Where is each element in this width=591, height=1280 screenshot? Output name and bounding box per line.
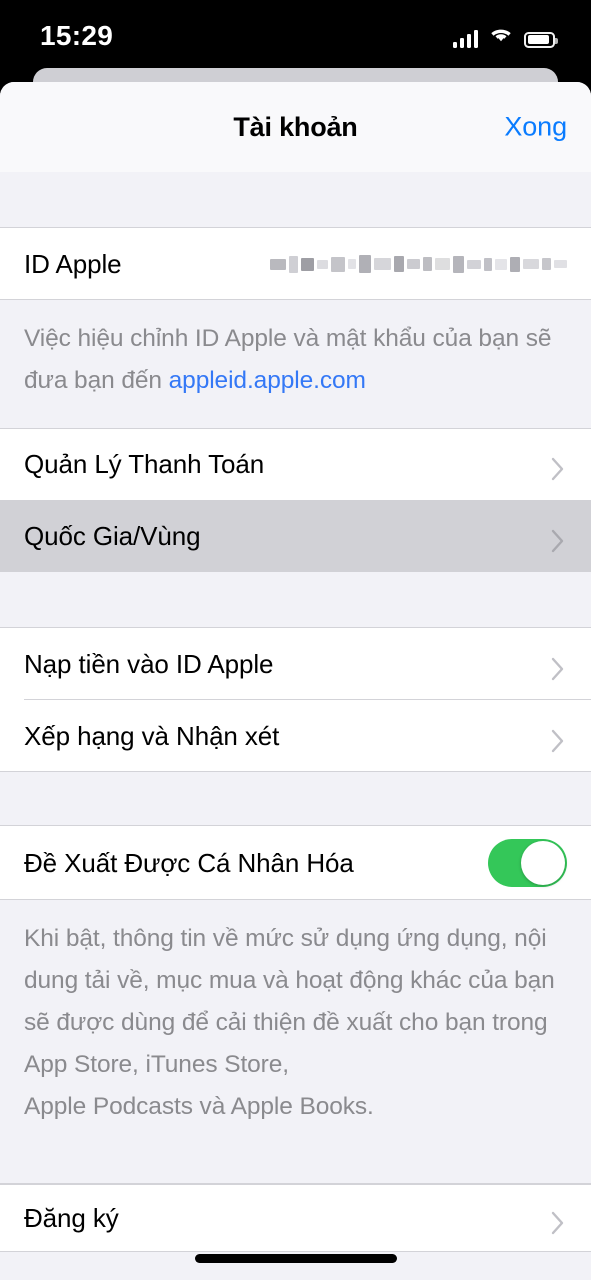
row-subscriptions[interactable]: Đăng ký: [0, 1184, 591, 1252]
page-title: Tài khoản: [233, 111, 358, 142]
row-manage-payment-label: Quản Lý Thanh Toán: [24, 448, 265, 479]
cellular-signal-icon: [452, 29, 478, 48]
section-gap-account: [0, 772, 591, 826]
row-ratings-reviews-label: Xếp hạng và Nhận xét: [24, 720, 280, 751]
battery-icon: [524, 31, 558, 48]
account-modal-sheet: Tài khoản Xong ID Apple Việc hiệu chỉnh …: [0, 82, 591, 1280]
status-bar-time: 15:29: [40, 20, 114, 51]
toggle-knob: [521, 841, 565, 885]
row-separator: [0, 1251, 591, 1252]
section-gap-subscription: [0, 1152, 591, 1184]
row-country-region-label: Quốc Gia/Vùng: [24, 520, 201, 551]
row-add-funds-label: Nạp tiền vào ID Apple: [24, 648, 274, 679]
row-apple-id-label: ID Apple: [24, 248, 122, 279]
section-gap-top: [0, 172, 591, 228]
chevron-right-icon: [551, 657, 565, 681]
row-separator: [0, 299, 591, 300]
appleid-link[interactable]: appleid.apple.com: [169, 367, 366, 394]
done-button[interactable]: Xong: [504, 112, 567, 143]
row-country-region[interactable]: Quốc Gia/Vùng: [0, 500, 591, 572]
settings-list: ID Apple Việc hiệu chỉnh ID Apple và mật…: [0, 172, 591, 1252]
row-apple-id[interactable]: ID Apple: [0, 228, 591, 300]
apple-id-footer-text: Việc hiệu chỉnh ID Apple và mật khẩu của…: [0, 300, 591, 428]
personalized-recommendations-toggle[interactable]: [488, 839, 567, 887]
chevron-right-icon: [551, 1211, 565, 1235]
status-bar-icons: [452, 25, 558, 48]
row-manage-payment[interactable]: Quản Lý Thanh Toán: [0, 428, 591, 500]
personalized-footer-text: Khi bật, thông tin về mức sử dụng ứng dụ…: [0, 900, 591, 1152]
home-indicator[interactable]: [194, 1254, 397, 1263]
row-separator: [0, 771, 591, 772]
row-separator: [0, 899, 591, 900]
row-add-funds[interactable]: Nạp tiền vào ID Apple: [0, 628, 591, 700]
sheet-nav-bar: Tài khoản Xong: [0, 82, 591, 172]
redacted-apple-id-value: [270, 251, 567, 277]
row-top-separator: [0, 428, 591, 429]
row-personalized-label: Đề Xuất Được Cá Nhân Hóa: [24, 847, 354, 878]
chevron-right-icon: [551, 729, 565, 753]
row-personalized-recommendations[interactable]: Đề Xuất Được Cá Nhân Hóa: [0, 826, 591, 900]
row-subscriptions-label: Đăng ký: [24, 1202, 119, 1233]
section-gap-payment: [0, 572, 591, 628]
status-bar: 15:29: [0, 0, 591, 68]
row-ratings-reviews[interactable]: Xếp hạng và Nhận xét: [0, 700, 591, 772]
row-top-separator: [0, 1184, 591, 1185]
chevron-right-icon: [551, 529, 565, 553]
wifi-icon: [489, 25, 513, 48]
chevron-right-icon: [551, 457, 565, 481]
phone-screen: 15:29 Tài khoản Xong ID Apple Việc hiệu …: [0, 0, 591, 1280]
